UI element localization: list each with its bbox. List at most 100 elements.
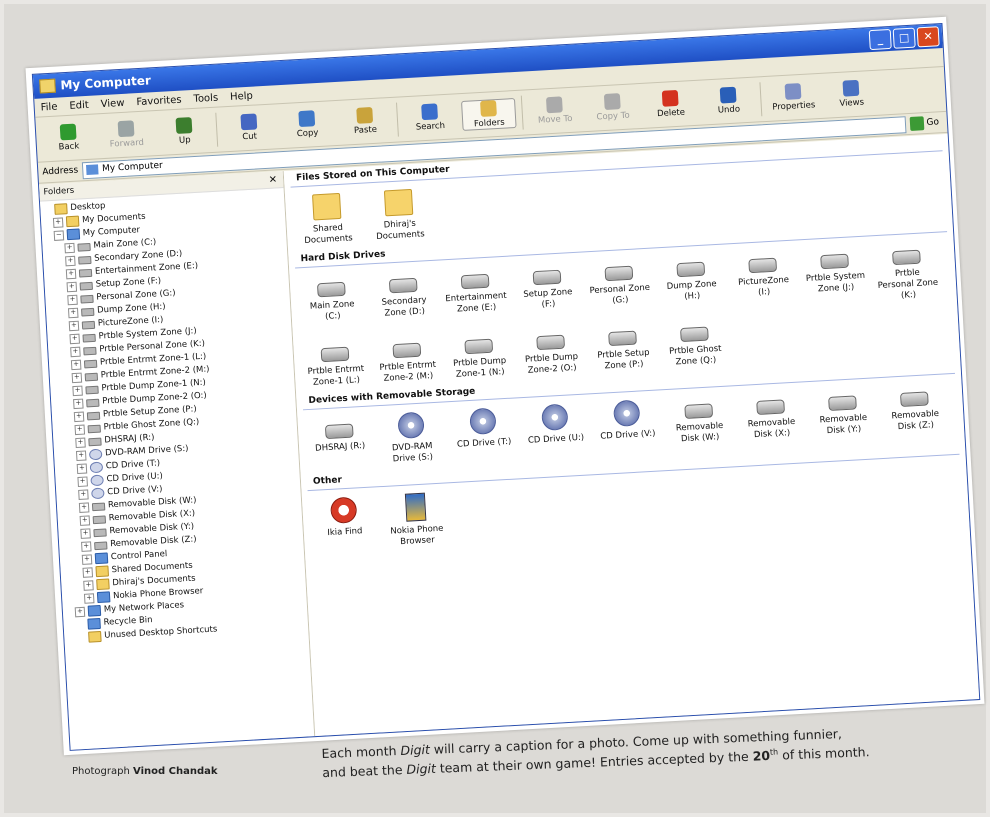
maximize-button[interactable]: □ xyxy=(892,27,916,49)
toolbar-copy-button[interactable]: Copy xyxy=(280,109,333,140)
drive-icon xyxy=(392,342,422,359)
drive-icon xyxy=(86,411,101,420)
expand-toggle-icon[interactable]: + xyxy=(76,462,88,474)
toolbar-undo-button[interactable]: Undo xyxy=(702,86,755,117)
item-label: Prtble Dump Zone-1 (N:) xyxy=(452,355,507,380)
desktop-item[interactable]: Prtble Dump Zone-1 (N:) xyxy=(447,330,512,381)
folder-icon xyxy=(383,188,414,217)
desktop-item[interactable]: CD Drive (T:) xyxy=(451,407,516,462)
magazine-page: My Computer _ □ ✕ File Edit View Favorites T… xyxy=(4,4,986,813)
desktop-item[interactable]: Prtble Ghost Zone (Q:) xyxy=(663,318,728,369)
desktop-item[interactable]: PictureZone (I:) xyxy=(731,249,796,311)
expand-toggle-icon[interactable]: + xyxy=(69,333,80,344)
drive-icon xyxy=(80,294,94,304)
expand-toggle-icon[interactable]: − xyxy=(53,229,65,241)
item-label: CD Drive (V:) xyxy=(600,428,656,442)
expand-toggle-icon[interactable]: + xyxy=(79,514,91,526)
desktop-item[interactable]: Dhiraj's Documents xyxy=(367,188,432,243)
screenshot-photo: My Computer _ □ ✕ File Edit View Favorites T… xyxy=(25,16,985,756)
desktop-item[interactable]: Removable Disk (X:) xyxy=(739,390,804,445)
desktop-item[interactable]: DVD-RAM Drive (S:) xyxy=(379,411,444,466)
desktop-item[interactable]: Prtble Entrmt Zone-2 (M:) xyxy=(375,334,440,385)
expand-toggle-icon[interactable]: + xyxy=(80,527,91,539)
menu-item-file[interactable]: File xyxy=(40,101,57,113)
desktop-item[interactable]: Main Zone (C:) xyxy=(300,273,365,335)
desktop-item[interactable]: Prtble Dump Zone-2 (O:) xyxy=(519,326,584,377)
toolbar-back-button[interactable]: Back xyxy=(42,123,95,154)
address-label: Address xyxy=(42,165,79,178)
toolbar-forward-button[interactable]: Forward xyxy=(100,119,153,150)
toolbar-separator xyxy=(215,112,219,147)
desktop-item[interactable]: Prtble Setup Zone (P:) xyxy=(591,322,656,373)
expand-toggle-icon[interactable]: + xyxy=(70,346,81,357)
expand-toggle-icon[interactable]: + xyxy=(75,437,86,448)
desktop-item[interactable]: DHSRAJ (R:) xyxy=(307,415,372,470)
menu-item-edit[interactable]: Edit xyxy=(69,99,89,111)
expand-toggle-icon[interactable]: + xyxy=(71,372,83,383)
expand-toggle-icon[interactable]: + xyxy=(82,566,94,578)
desktop-item[interactable]: CD Drive (V:) xyxy=(595,399,660,454)
desktop-item[interactable]: CD Drive (U:) xyxy=(523,403,588,458)
desktop-item[interactable]: Personal Zone (G:) xyxy=(587,257,652,319)
folder-icon xyxy=(65,215,80,228)
toolbar-cut-button[interactable]: Cut xyxy=(222,112,275,143)
go-button[interactable]: Go xyxy=(909,115,947,131)
desktop-item[interactable]: Setup Zone (F:) xyxy=(515,261,580,323)
desktop-item[interactable]: Removable Disk (Y:) xyxy=(811,386,876,441)
expand-toggle-icon[interactable]: + xyxy=(73,411,85,422)
close-button[interactable]: ✕ xyxy=(916,26,940,48)
drive-icon xyxy=(85,385,99,394)
expand-toggle-icon[interactable]: + xyxy=(78,501,90,513)
toolbar-move-to-button[interactable]: Move To xyxy=(528,95,581,126)
expand-toggle-icon[interactable]: + xyxy=(72,385,83,396)
toolbar-views-button[interactable]: Views xyxy=(825,79,878,110)
toolbar-search-button[interactable]: Search xyxy=(403,102,456,133)
expand-toggle-icon[interactable]: + xyxy=(81,553,93,565)
desktop-item[interactable]: Nokia Phone Browser xyxy=(384,491,449,548)
expand-toggle-icon[interactable]: + xyxy=(67,294,78,305)
expand-toggle-icon[interactable]: + xyxy=(75,449,87,461)
desktop-item[interactable]: Shared Documents xyxy=(295,192,360,247)
expand-toggle-icon[interactable]: + xyxy=(77,475,88,487)
expand-toggle-icon[interactable]: + xyxy=(81,540,92,552)
desktop-item[interactable]: Removable Disk (W:) xyxy=(667,395,732,450)
toolbar-properties-button[interactable]: Properties xyxy=(767,82,820,113)
expand-toggle-icon[interactable]: + xyxy=(64,242,75,253)
toolbar-up-button[interactable]: Up xyxy=(158,116,211,147)
toolbar-folders-button[interactable]: Folders xyxy=(461,97,517,131)
menu-item-view[interactable]: View xyxy=(100,97,124,109)
desktop-item[interactable]: Ikia Find xyxy=(312,495,377,552)
expand-toggle-icon[interactable]: + xyxy=(78,488,89,500)
toolbar-label: Back xyxy=(58,141,80,153)
desktop-item[interactable]: Entertainment Zone (E:) xyxy=(443,265,508,327)
desktop-item[interactable]: Prtble System Zone (J:) xyxy=(803,245,868,307)
desktop-item[interactable]: Secondary Zone (D:) xyxy=(371,269,436,331)
expand-toggle-icon[interactable]: + xyxy=(66,281,78,292)
toolbar-delete-button[interactable]: Delete xyxy=(644,89,697,120)
menu-item-favorites[interactable]: Favorites xyxy=(136,94,182,108)
expand-toggle-icon[interactable]: + xyxy=(52,216,64,228)
desktop-item[interactable]: Prtble Personal Zone (K:) xyxy=(875,241,940,303)
toolbar-copy-to-button[interactable]: Copy To xyxy=(586,92,639,123)
drive-icon xyxy=(900,391,929,407)
minimize-button[interactable]: _ xyxy=(868,28,892,51)
expand-toggle-icon[interactable]: + xyxy=(74,606,86,617)
desktop-item[interactable]: Prtble Entrmt Zone-1 (L:) xyxy=(303,338,368,389)
expand-toggle-icon[interactable]: + xyxy=(83,592,95,604)
expand-toggle-icon[interactable]: + xyxy=(68,320,80,331)
expand-toggle-icon[interactable]: + xyxy=(73,398,84,409)
desktop-item[interactable]: Dump Zone (H:) xyxy=(659,253,724,315)
expand-toggle-icon[interactable]: + xyxy=(65,268,77,279)
expand-toggle-icon[interactable]: + xyxy=(67,307,79,318)
menu-item-help[interactable]: Help xyxy=(230,90,253,102)
expand-toggle-icon[interactable]: + xyxy=(74,424,86,435)
close-folders-pane-icon[interactable]: ✕ xyxy=(268,174,283,185)
desktop-item[interactable]: Removable Disk (Z:) xyxy=(883,382,948,437)
expand-toggle-icon[interactable]: + xyxy=(65,255,76,266)
toolbar-paste-button[interactable]: Paste xyxy=(338,106,391,137)
expand-toggle-icon[interactable]: + xyxy=(83,579,94,591)
toolbar-separator xyxy=(759,82,763,117)
menu-item-tools[interactable]: Tools xyxy=(193,92,218,104)
expand-toggle-icon[interactable]: + xyxy=(70,359,82,370)
